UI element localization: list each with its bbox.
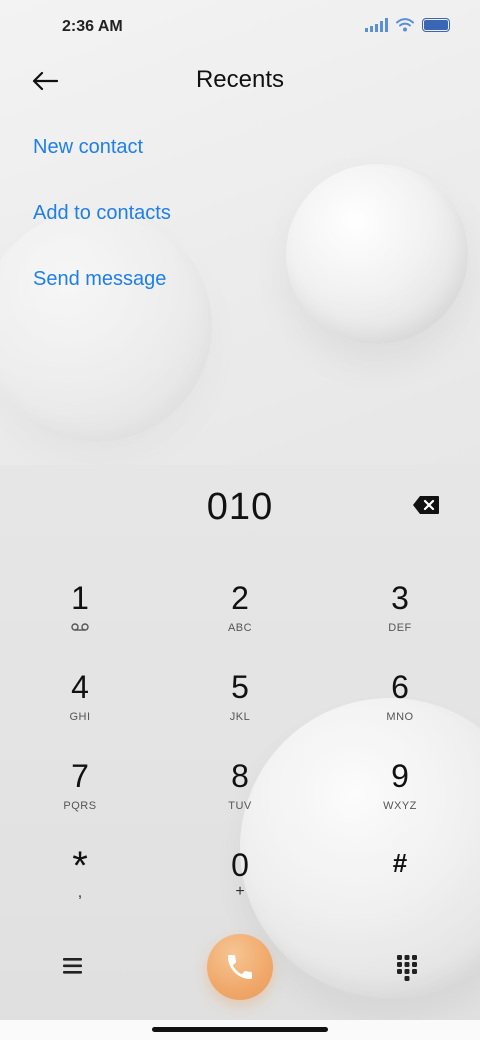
key-7[interactable]: 7 PQRS: [20, 760, 140, 840]
backspace-icon: [413, 496, 439, 514]
add-to-contacts-link[interactable]: Add to contacts: [33, 202, 171, 268]
menu-icon: [63, 958, 82, 974]
status-bar: 2:36 AM: [0, 0, 480, 56]
page-title: Recents: [195, 66, 285, 93]
phone-icon: [228, 955, 252, 979]
new-contact-link[interactable]: New contact: [33, 136, 171, 202]
key-8[interactable]: 8 TUV: [180, 760, 300, 840]
wifi-icon: [396, 18, 414, 32]
battery-icon: [422, 18, 450, 32]
dialpad-icon: [397, 955, 417, 981]
key-4[interactable]: 4 GHI: [20, 671, 140, 751]
decor-orb: [286, 164, 468, 344]
dialpad-button[interactable]: [394, 952, 420, 982]
call-button[interactable]: [207, 934, 273, 1000]
send-message-link[interactable]: Send message: [33, 268, 171, 334]
home-indicator[interactable]: [152, 1027, 328, 1032]
key-6[interactable]: 6 MNO: [340, 671, 460, 751]
key-9[interactable]: 9 WXYZ: [340, 760, 460, 840]
key-star[interactable]: * ,: [20, 846, 140, 930]
signal-icon: [365, 18, 388, 32]
status-time: 2:36 AM: [62, 18, 123, 35]
contact-actions: New contact Add to contacts Send message: [33, 136, 171, 334]
key-3[interactable]: 3 DEF: [340, 582, 460, 662]
delete-button[interactable]: [412, 495, 442, 519]
dialed-number: 010: [206, 486, 274, 528]
status-icons: [365, 18, 450, 32]
key-5[interactable]: 5 JKL: [180, 671, 300, 751]
voicemail-icon: [71, 623, 89, 631]
bottom-bar: [0, 933, 480, 1003]
key-0[interactable]: 0 +: [180, 849, 300, 929]
key-1[interactable]: 1: [20, 582, 140, 662]
menu-button[interactable]: [60, 953, 86, 979]
key-hash[interactable]: #: [340, 850, 460, 930]
key-2[interactable]: 2 ABC: [180, 582, 300, 662]
header: Recents: [0, 56, 480, 108]
